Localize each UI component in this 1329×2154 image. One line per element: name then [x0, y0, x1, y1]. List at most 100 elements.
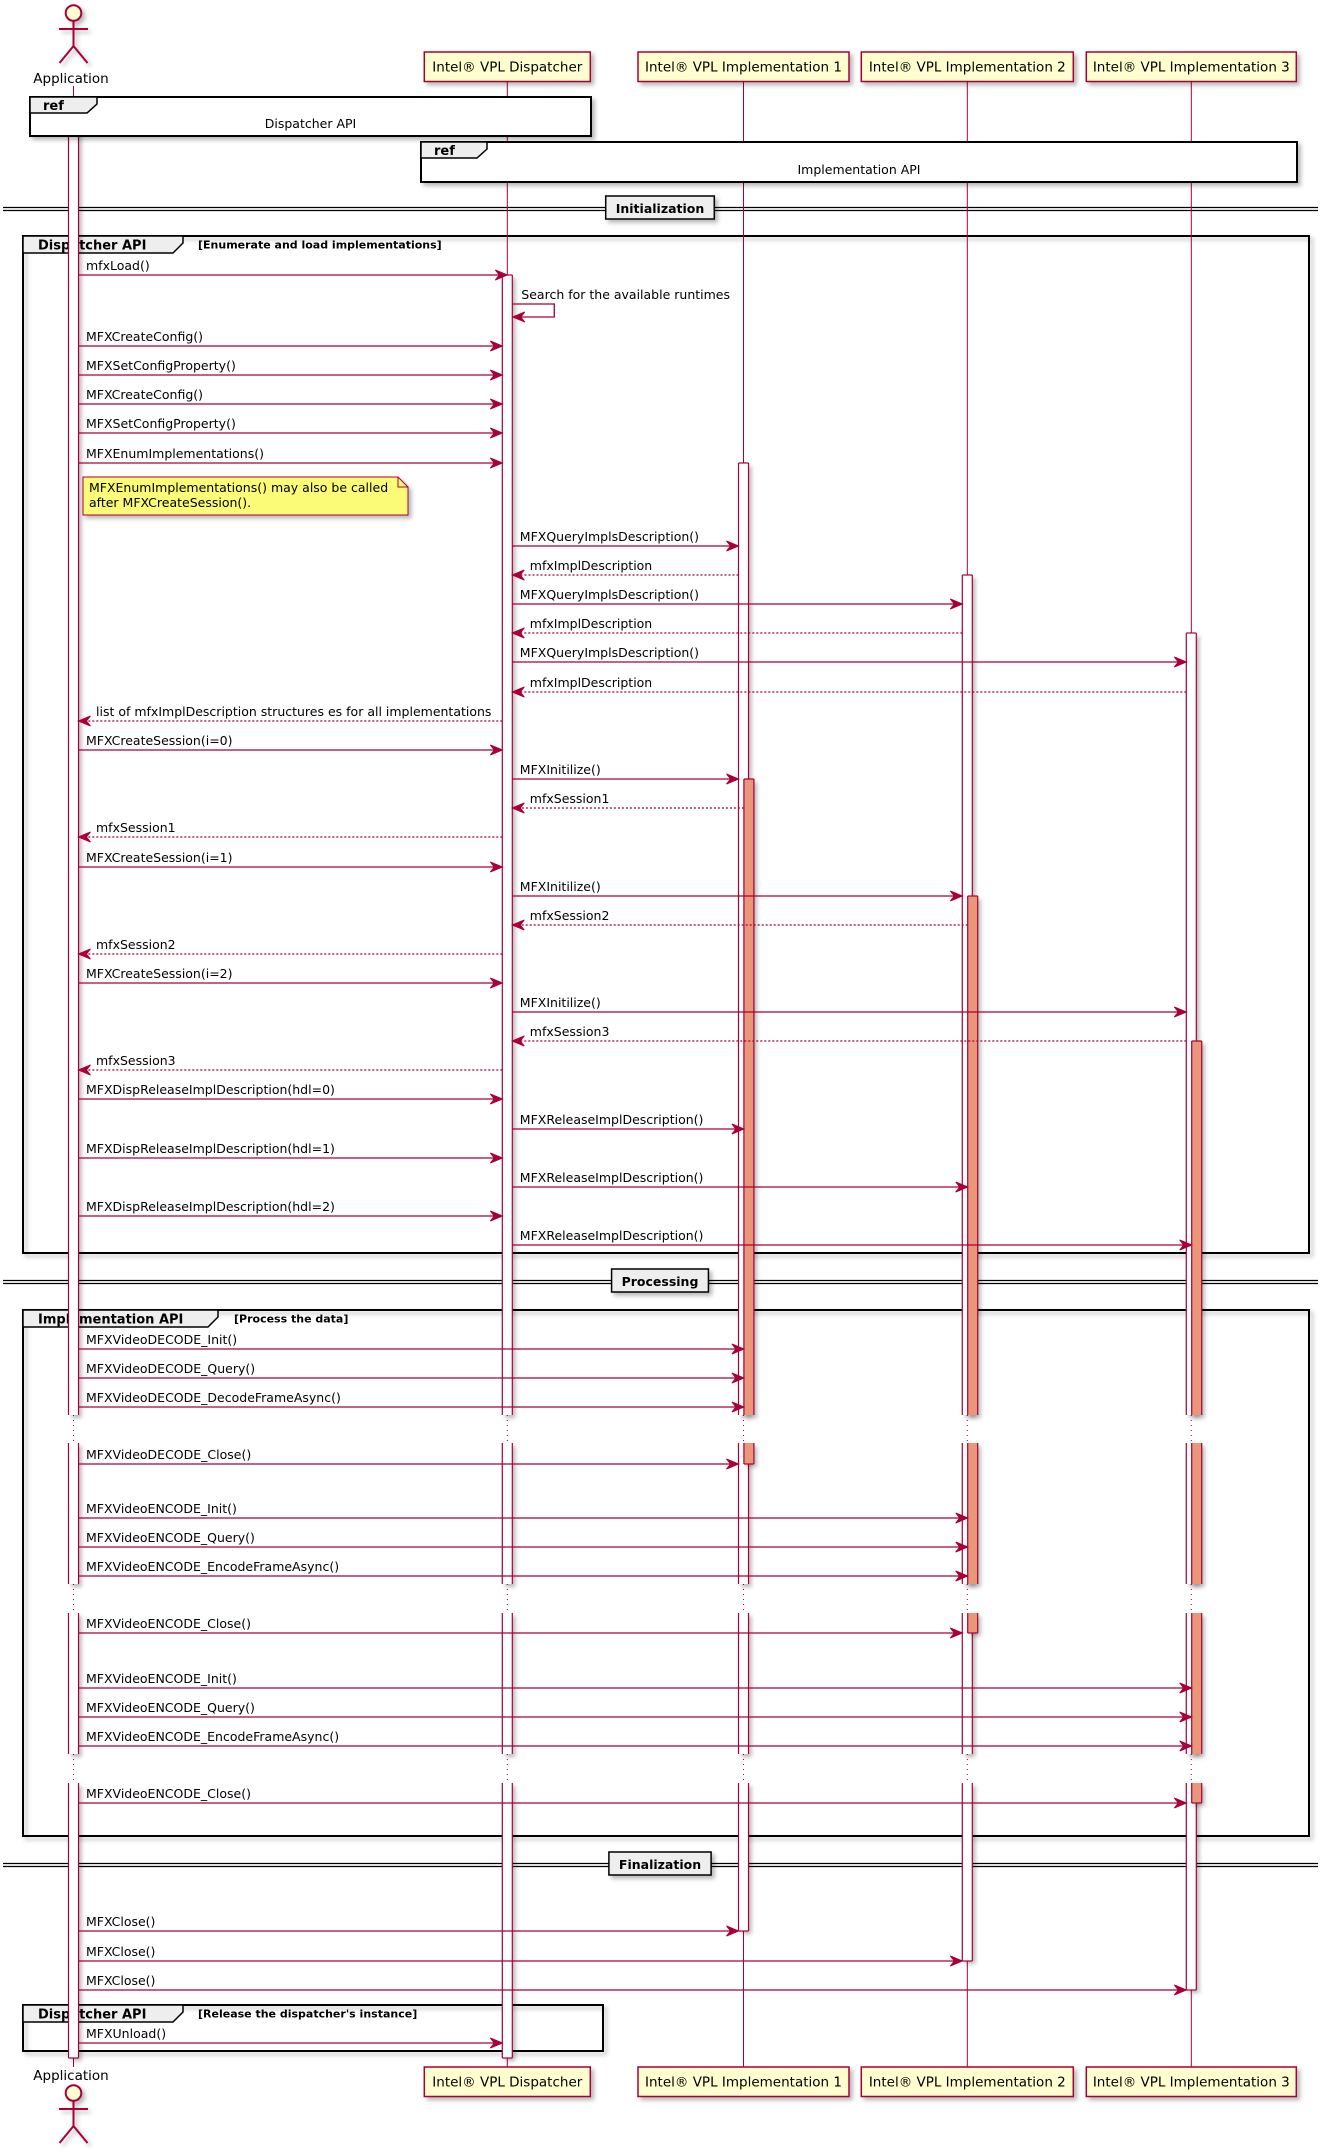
- message: mfxSession3: [77, 1053, 503, 1076]
- lifelines: [73, 81, 1192, 2067]
- message-label: MFXSetConfigProperty(): [86, 358, 236, 373]
- message-label: MFXVideoENCODE_Close(): [86, 1616, 251, 1631]
- activation-segment: [1191, 1783, 1202, 1803]
- message-label: MFXVideoENCODE_EncodeFrameAsync(): [86, 1729, 339, 1744]
- message: MFXVideoDECODE_Init(): [78, 1332, 746, 1355]
- activation-bar: [67, 96, 80, 2059]
- actor-top: Application: [33, 4, 109, 87]
- message-label: MFXCreateSession(i=1): [86, 850, 233, 865]
- participant-top: Intel® VPL Implementation 1: [637, 51, 850, 83]
- section-divider: Initialization: [3, 195, 1318, 220]
- activation-segment: [1191, 1613, 1202, 1754]
- message: mfxImplDescription: [510, 675, 1187, 698]
- actor-body: [58, 2101, 89, 2144]
- message: MFXVideoDECODE_Query(): [78, 1361, 746, 1384]
- message: MFXSetConfigProperty(): [78, 358, 504, 381]
- participant-label: Intel® VPL Implementation 1: [645, 2075, 842, 2091]
- sequence-diagram: Dispatcher API [Enumerate and load implem…: [3, 4, 1318, 2144]
- group-label: Implementation API: [38, 1313, 183, 1328]
- message-label: MFXVideoENCODE_Init(): [86, 1671, 237, 1686]
- activation-segment: [502, 1613, 513, 1754]
- message-label: MFXCreateConfig(): [86, 387, 203, 402]
- message-label: MFXVideoENCODE_Close(): [86, 1786, 251, 1801]
- message-label: MFXCreateSession(i=0): [86, 733, 233, 748]
- participant-label: Intel® VPL Dispatcher: [432, 2075, 582, 2091]
- message-label: MFXQueryImplsDescription(): [520, 587, 699, 602]
- arrowhead: [510, 686, 525, 698]
- participant-top: Intel® VPL Implementation 2: [860, 51, 1075, 83]
- actor-body: [58, 21, 89, 64]
- activation-segment: [68, 1613, 79, 1754]
- participant-bottom: Intel® VPL Dispatcher: [423, 2066, 592, 2098]
- message: MFXReleaseImplDescription(): [512, 1228, 1193, 1251]
- message-label: mfxSession2: [530, 908, 610, 923]
- note-text: after MFXCreateSession().: [89, 495, 251, 510]
- divider-label: Processing: [622, 1274, 699, 1289]
- message: list of mfxImplDescription structures es…: [77, 704, 503, 727]
- activation-bar: [501, 274, 513, 2059]
- message-label: mfxSession3: [530, 1024, 610, 1039]
- group-guard: [Process the data]: [234, 1313, 348, 1326]
- nested-activation-bar: [743, 778, 755, 1465]
- message-label: mfxLoad(): [86, 258, 150, 273]
- message-label: mfxSession2: [96, 937, 176, 952]
- message-label: MFXUnload(): [86, 2026, 166, 2041]
- message: MFXVideoENCODE_EncodeFrameAsync(): [78, 1729, 1193, 1752]
- message: MFXInitilize(): [512, 995, 1188, 1018]
- messages: mfxLoad() Search for the available runtim…: [77, 258, 1193, 2049]
- message-label: MFXReleaseImplDescription(): [520, 1112, 704, 1127]
- message-label: MFXVideoDECODE_Query(): [86, 1361, 255, 1376]
- message: MFXCreateConfig(): [78, 387, 504, 410]
- message-label: mfxSession1: [530, 791, 610, 806]
- activation-segment: [68, 1783, 79, 2058]
- message: MFXVideoDECODE_DecodeFrameAsync(): [78, 1390, 746, 1413]
- message-label: MFXClose(): [86, 1944, 155, 1959]
- divider-label: Finalization: [619, 1857, 701, 1872]
- message-label: MFXInitilize(): [520, 995, 601, 1010]
- message: mfxSession1: [510, 791, 744, 814]
- message: MFXVideoENCODE_Init(): [78, 1671, 1193, 1694]
- message: MFXCreateConfig(): [78, 329, 504, 352]
- participant-top: Intel® VPL Dispatcher: [423, 51, 592, 83]
- group-guard: [Enumerate and load implementations]: [198, 239, 442, 252]
- activation-segment: [743, 1443, 754, 1464]
- message: MFXDispReleaseImplDescription(hdl=0): [78, 1082, 504, 1105]
- ref-frame: ref Dispatcher API: [29, 96, 592, 137]
- ref-label: Dispatcher API: [265, 116, 356, 131]
- message-label: MFXCreateSession(i=2): [86, 966, 233, 981]
- actor-icon: [58, 4, 89, 64]
- message-label: Search for the available runtimes: [521, 287, 730, 302]
- activation-segment: [743, 779, 754, 1415]
- message-label: MFXQueryImplsDescription(): [520, 645, 699, 660]
- activation-segment: [738, 1613, 749, 1754]
- note-text: MFXEnumImplementations() may also be cal…: [89, 480, 388, 495]
- ref-frames: ref Dispatcher API ref Implementation API: [29, 96, 1298, 183]
- participant-label: Intel® VPL Implementation 2: [869, 2075, 1066, 2091]
- activation-segment: [967, 1443, 978, 1584]
- message-label: MFXDispReleaseImplDescription(hdl=2): [86, 1199, 335, 1214]
- message: mfxSession1: [77, 820, 503, 843]
- actor-label: Application: [33, 71, 108, 87]
- ref-tag: ref: [434, 144, 455, 159]
- message-label: MFXVideoDECODE_DecodeFrameAsync(): [86, 1390, 341, 1405]
- section-divider: Finalization: [3, 1851, 1318, 1876]
- divider-label: Initialization: [616, 201, 705, 216]
- message: MFXSetConfigProperty(): [78, 416, 504, 439]
- message: MFXClose(): [78, 1973, 1188, 1996]
- message: MFXVideoENCODE_Query(): [78, 1700, 1193, 1723]
- message: MFXQueryImplsDescription(): [512, 645, 1188, 668]
- group-label: Dispatcher API: [38, 239, 146, 254]
- message: MFXDispReleaseImplDescription(hdl=2): [78, 1199, 504, 1222]
- message-label: MFXDispReleaseImplDescription(hdl=1): [86, 1141, 335, 1156]
- message: mfxImplDescription: [510, 558, 739, 581]
- message: MFXCreateSession(i=0): [78, 733, 504, 756]
- message-label: MFXVideoDECODE_Close(): [86, 1447, 251, 1462]
- actor-head: [64, 4, 83, 22]
- activation-segment: [1191, 1041, 1202, 1415]
- activation-bars: [67, 96, 1203, 2059]
- notes: MFXEnumImplementations() may also be cal…: [82, 476, 409, 516]
- activation-segment: [962, 1613, 973, 1754]
- message: MFXInitilize(): [512, 879, 964, 902]
- participant-label: Intel® VPL Implementation 3: [1093, 60, 1290, 76]
- message-label: MFXReleaseImplDescription(): [520, 1170, 704, 1185]
